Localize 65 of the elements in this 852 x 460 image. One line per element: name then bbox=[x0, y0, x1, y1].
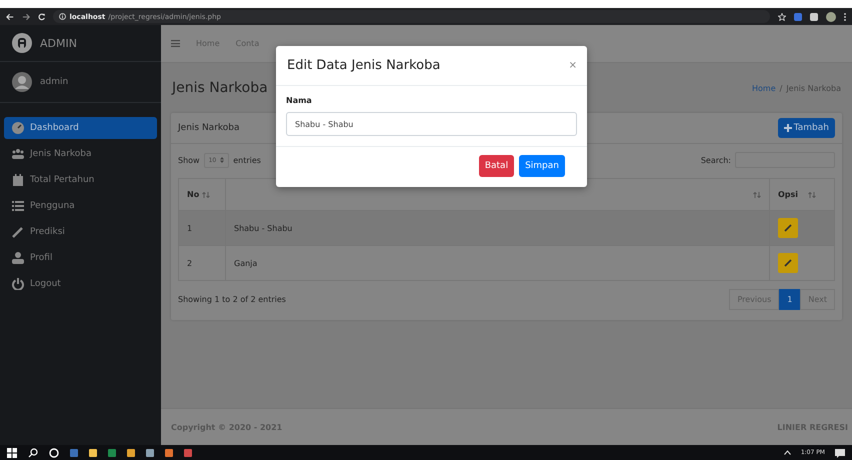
search-icon[interactable] bbox=[28, 448, 38, 458]
search-label: Search: bbox=[700, 156, 731, 164]
sidebar-item[interactable]: Profil bbox=[4, 247, 157, 269]
edit-button[interactable] bbox=[778, 253, 798, 273]
page-title: Jenis Narkoba bbox=[172, 80, 268, 96]
circle-icon[interactable] bbox=[49, 448, 59, 458]
save-button[interactable]: Simpan bbox=[519, 155, 565, 177]
star-icon[interactable] bbox=[778, 12, 786, 20]
power-icon bbox=[12, 278, 24, 290]
dialog-title: Edit Data Jenis Narkoba bbox=[287, 58, 440, 73]
sort-icon bbox=[753, 192, 761, 198]
app-icon[interactable] bbox=[89, 448, 97, 456]
app-icon[interactable] bbox=[127, 448, 135, 456]
profile-avatar[interactable] bbox=[826, 12, 836, 22]
user-name[interactable]: admin bbox=[40, 77, 68, 87]
logo-icon bbox=[12, 33, 32, 53]
list-icon bbox=[12, 200, 24, 212]
plus-icon bbox=[784, 124, 792, 132]
breadcrumb-link[interactable]: Home bbox=[752, 84, 776, 92]
sort-icon bbox=[202, 192, 210, 198]
sidebar-item[interactable]: Total Pertahun bbox=[4, 169, 157, 191]
close-button[interactable]: × bbox=[568, 60, 577, 71]
table-info: Showing 1 to 2 of 2 entries bbox=[178, 295, 286, 304]
app-icon[interactable] bbox=[146, 448, 154, 456]
table-cell: Shabu - Shabu bbox=[226, 210, 770, 246]
wrench-icon bbox=[784, 224, 792, 232]
entries-label: entries bbox=[233, 156, 261, 164]
sidebar-item[interactable]: Logout bbox=[4, 273, 157, 295]
sidebar-item[interactable]: Prediksi bbox=[4, 221, 157, 243]
users-icon bbox=[12, 148, 24, 160]
edit-button[interactable] bbox=[778, 218, 798, 238]
add-button[interactable]: Tambah bbox=[778, 118, 835, 138]
notification-icon[interactable] bbox=[835, 448, 845, 458]
table-cell: 2 bbox=[178, 246, 226, 280]
app-icon[interactable] bbox=[165, 448, 173, 456]
sidebar-item[interactable]: Jenis Narkoba bbox=[4, 143, 157, 165]
column-header[interactable]: No bbox=[178, 178, 226, 210]
table-cell: 1 bbox=[178, 210, 226, 246]
table-cell: Ganja bbox=[226, 246, 770, 280]
user-icon bbox=[12, 252, 24, 264]
wrench-icon bbox=[784, 259, 792, 267]
show-label: Show bbox=[178, 156, 200, 164]
avatar-icon bbox=[12, 72, 32, 92]
cancel-button[interactable]: Batal bbox=[478, 155, 514, 177]
extension-icon[interactable] bbox=[794, 12, 802, 20]
calendar-icon bbox=[12, 174, 24, 186]
sort-icon bbox=[808, 192, 816, 198]
field-label: Nama bbox=[286, 96, 313, 105]
brand-name[interactable]: ADMIN bbox=[40, 36, 77, 50]
wrench-icon bbox=[12, 226, 24, 238]
forward-icon[interactable] bbox=[22, 12, 30, 20]
breadcrumb-current: Jenis Narkoba bbox=[786, 84, 841, 92]
gauge-icon bbox=[12, 122, 24, 134]
windows-icon[interactable] bbox=[7, 448, 17, 458]
back-icon[interactable] bbox=[6, 12, 14, 20]
breadcrumb-separator: / bbox=[780, 84, 782, 92]
sidebar-item[interactable]: Pengguna bbox=[4, 195, 157, 217]
sidebar-item[interactable]: Dashboard bbox=[4, 117, 157, 139]
card-title: Jenis Narkoba bbox=[178, 123, 240, 133]
reload-icon[interactable] bbox=[38, 12, 46, 20]
chevron-up-icon[interactable] bbox=[784, 450, 791, 455]
page-link[interactable]: 1 bbox=[779, 289, 800, 310]
info-icon bbox=[59, 13, 66, 20]
name-input[interactable]: Shabu - Shabu bbox=[286, 112, 577, 136]
stepper-icon bbox=[220, 157, 224, 163]
